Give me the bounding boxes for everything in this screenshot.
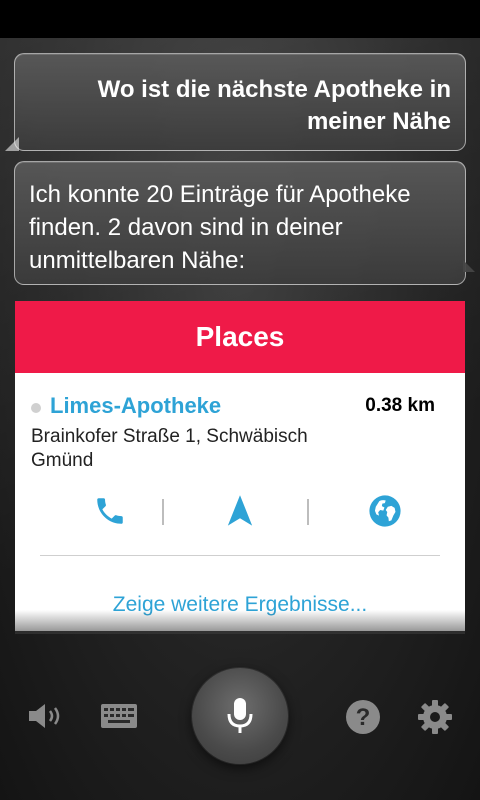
speaker-button[interactable] (26, 698, 66, 734)
user-query-bubble: Wo ist die nächste Apotheke in meiner Nä… (14, 53, 466, 151)
places-card-header: Places (15, 301, 465, 373)
action-separator (307, 499, 309, 525)
bottom-bar: ? (0, 632, 480, 800)
places-card: Places Limes-Apotheke 0.38 km Brainkofer… (15, 301, 465, 631)
speaker-icon (29, 704, 60, 728)
help-button[interactable]: ? (344, 698, 382, 736)
svg-text:?: ? (356, 704, 371, 731)
navigation-arrow-icon (227, 495, 253, 526)
globe-icon (369, 495, 401, 527)
keyboard-button[interactable] (99, 702, 139, 730)
call-button[interactable] (90, 491, 130, 531)
place-address: Brainkofer Straße 1, Schwäbisch Gmünd (31, 426, 308, 471)
card-divider (40, 555, 440, 556)
navigate-button[interactable] (220, 491, 260, 531)
assistant-reply-text: Ich konnte 20 Einträge für Apotheke find… (29, 181, 411, 274)
card-fade-overlay (15, 610, 465, 634)
settings-button[interactable] (416, 698, 454, 736)
help-icon: ? (346, 700, 380, 734)
microphone-button[interactable] (192, 668, 288, 764)
microphone-icon (227, 698, 253, 733)
user-query-text: Wo ist die nächste Apotheke in meiner Nä… (97, 76, 451, 135)
status-bar (0, 0, 480, 38)
action-separator (162, 499, 164, 525)
keyboard-icon (101, 704, 137, 728)
place-distance: 0.38 km (365, 395, 435, 416)
status-dot-icon (31, 403, 41, 413)
settings-gear-icon (418, 700, 452, 734)
assistant-reply-bubble: Ich konnte 20 Einträge für Apotheke find… (14, 161, 475, 285)
website-button[interactable] (365, 491, 405, 531)
phone-icon (97, 498, 123, 524)
place-actions (15, 491, 465, 531)
place-result-item[interactable]: Limes-Apotheke 0.38 km Brainkofer Straße… (15, 373, 465, 473)
places-card-title: Places (195, 321, 285, 352)
